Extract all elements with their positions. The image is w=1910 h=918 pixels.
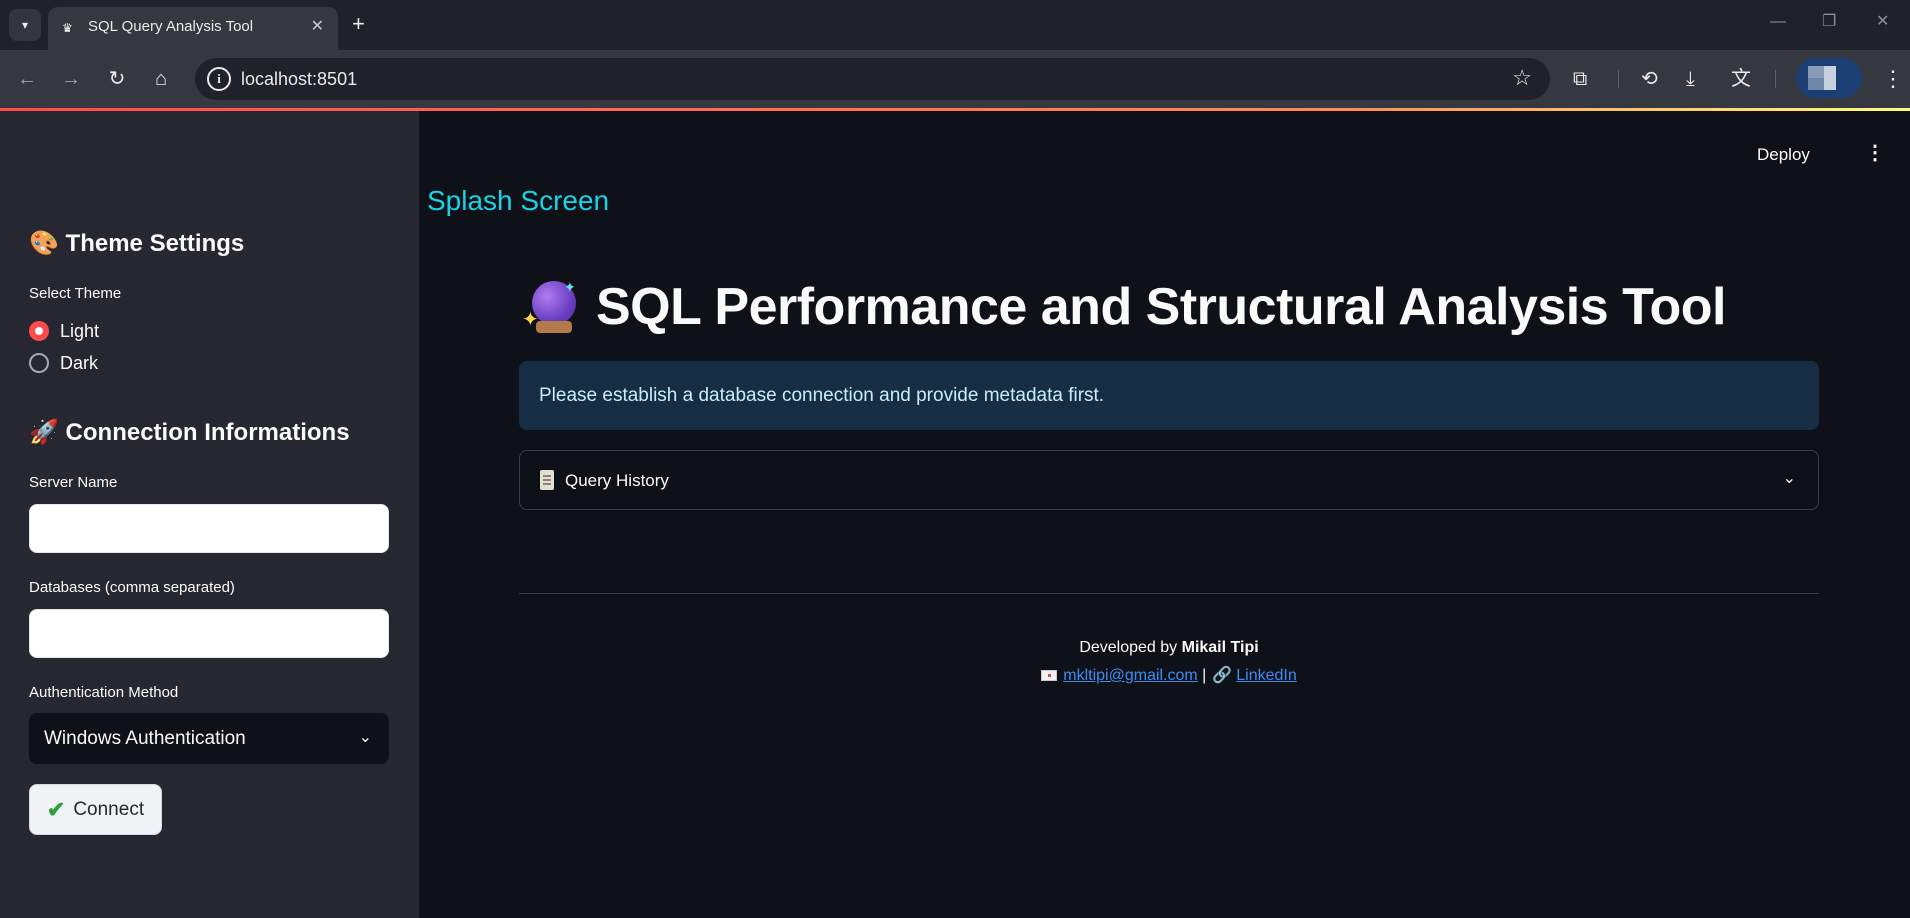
home-icon[interactable]: ⌂ [148,66,174,92]
toolbar-divider [1775,70,1776,88]
email-link[interactable]: mkltipi@gmail.com [1063,667,1197,684]
toolbar-divider [1618,70,1619,88]
kebab-icon[interactable]: ⋮ [1882,66,1904,92]
chevron-down-icon[interactable]: ▾ [9,9,41,41]
envelope-icon [1041,670,1058,682]
server-name-input[interactable] [29,504,389,553]
radio-label-dark: Dark [60,352,99,373]
arrow-right-icon[interactable]: → [58,66,84,92]
star-icon[interactable]: ☆ [1512,66,1532,90]
main-content: Deploy ⋮ Splash Screen ✦ ✦ SQL Performan… [419,111,1910,918]
sparkle-icon: ✦ [564,279,576,295]
minimize-icon[interactable]: — [1770,12,1786,32]
radio-option-dark[interactable]: Dark [29,351,98,375]
server-name-label: Server Name [29,474,118,491]
footer-links: mkltipi@gmail.com | 🔗 LinkedIn [519,666,1819,686]
auth-method-select[interactable]: Windows Authentication ⌄ [29,713,389,764]
query-history-label: Query History [565,471,669,490]
footer-author: Mikail Tipi [1181,639,1259,656]
check-icon: ✔ [46,796,66,822]
connect-button[interactable]: ✔ Connect [29,784,162,835]
restore-icon[interactable]: ❐ [1822,12,1836,32]
footer-developed-by: Developed by [1079,639,1178,656]
address-bar[interactable]: i localhost:8501 ☆ [195,58,1550,100]
reload-icon[interactable]: ↻ [104,66,130,92]
footer-credits: Developed by Mikail Tipi [519,638,1819,658]
avatar-pixel [1808,78,1824,90]
download-icon[interactable]: ⤓ [1686,66,1695,92]
info-alert-text: Please establish a database connection a… [539,385,1105,406]
puzzle-icon[interactable]: ⧉ [1573,66,1587,92]
splash-screen-link[interactable]: Splash Screen [427,184,609,218]
info-icon[interactable]: i [207,67,231,91]
page-title: SQL Performance and Structural Analysis … [596,278,1727,336]
translate-icon[interactable]: 文 [1731,66,1751,92]
url-text[interactable]: localhost:8501 [241,68,357,90]
chevron-down-icon[interactable]: ⌄ [359,727,372,749]
page-title-row: ✦ ✦ SQL Performance and Structural Analy… [522,277,1727,337]
footer-separator: | [1202,667,1207,684]
horizontal-divider [519,593,1819,594]
streamlit-crown-icon: ♛ [62,21,73,35]
auth-method-label: Authentication Method [29,684,179,701]
connection-heading: 🚀 Connection Informations [29,419,350,446]
theme-settings-heading: 🎨 Theme Settings [29,230,245,257]
tab-strip: ▾ ♛ SQL Query Analysis Tool ✕ + — ❐ ✕ [0,0,1910,50]
kebab-icon[interactable]: ⋮ [1865,141,1885,165]
history-icon[interactable]: ⟲ [1641,66,1658,92]
close-icon[interactable]: ✕ [311,17,324,37]
deploy-button[interactable]: Deploy [1757,144,1810,166]
arrow-left-icon[interactable]: ← [14,66,40,92]
scroll-icon [540,470,554,490]
connect-button-label: Connect [73,798,145,820]
radio-checked-icon[interactable] [29,321,49,341]
tab-title: SQL Query Analysis Tool [88,18,254,35]
databases-label: Databases (comma separated) [29,579,235,596]
info-alert: Please establish a database connection a… [519,361,1819,430]
browser-toolbar: ← → ↻ ⌂ i localhost:8501 ☆ ⧉ ⟲ ⤓ 文 ⋮ [0,50,1910,108]
window-close-icon[interactable]: ✕ [1876,12,1889,32]
browser-tab[interactable]: ♛ SQL Query Analysis Tool ✕ [48,7,338,50]
plus-icon[interactable]: + [352,12,365,36]
avatar-pixel [1808,66,1824,78]
linkedin-link[interactable]: LinkedIn [1236,667,1297,684]
radio-unchecked-icon[interactable] [29,353,49,373]
radio-option-light[interactable]: Light [29,319,99,343]
databases-input[interactable] [29,609,389,658]
crystal-ball-icon: ✦ ✦ [522,279,578,335]
profile-avatar[interactable] [1796,58,1862,98]
query-history-expander[interactable]: Query History ⌄ [519,450,1819,510]
auth-method-value: Windows Authentication [44,728,246,749]
avatar-pixel [1824,66,1836,90]
chevron-down-icon[interactable]: ⌄ [1783,468,1796,490]
link-icon: 🔗 [1212,667,1233,684]
browser-window: ▾ ♛ SQL Query Analysis Tool ✕ + — ❐ ✕ ← … [0,0,1910,918]
sparkle-icon: ✦ [522,309,539,331]
select-theme-label: Select Theme [29,285,122,302]
sidebar: 🎨 Theme Settings Select Theme Light Dark… [0,111,419,918]
crystal-ball-base [536,321,572,333]
radio-label-light: Light [60,320,100,341]
